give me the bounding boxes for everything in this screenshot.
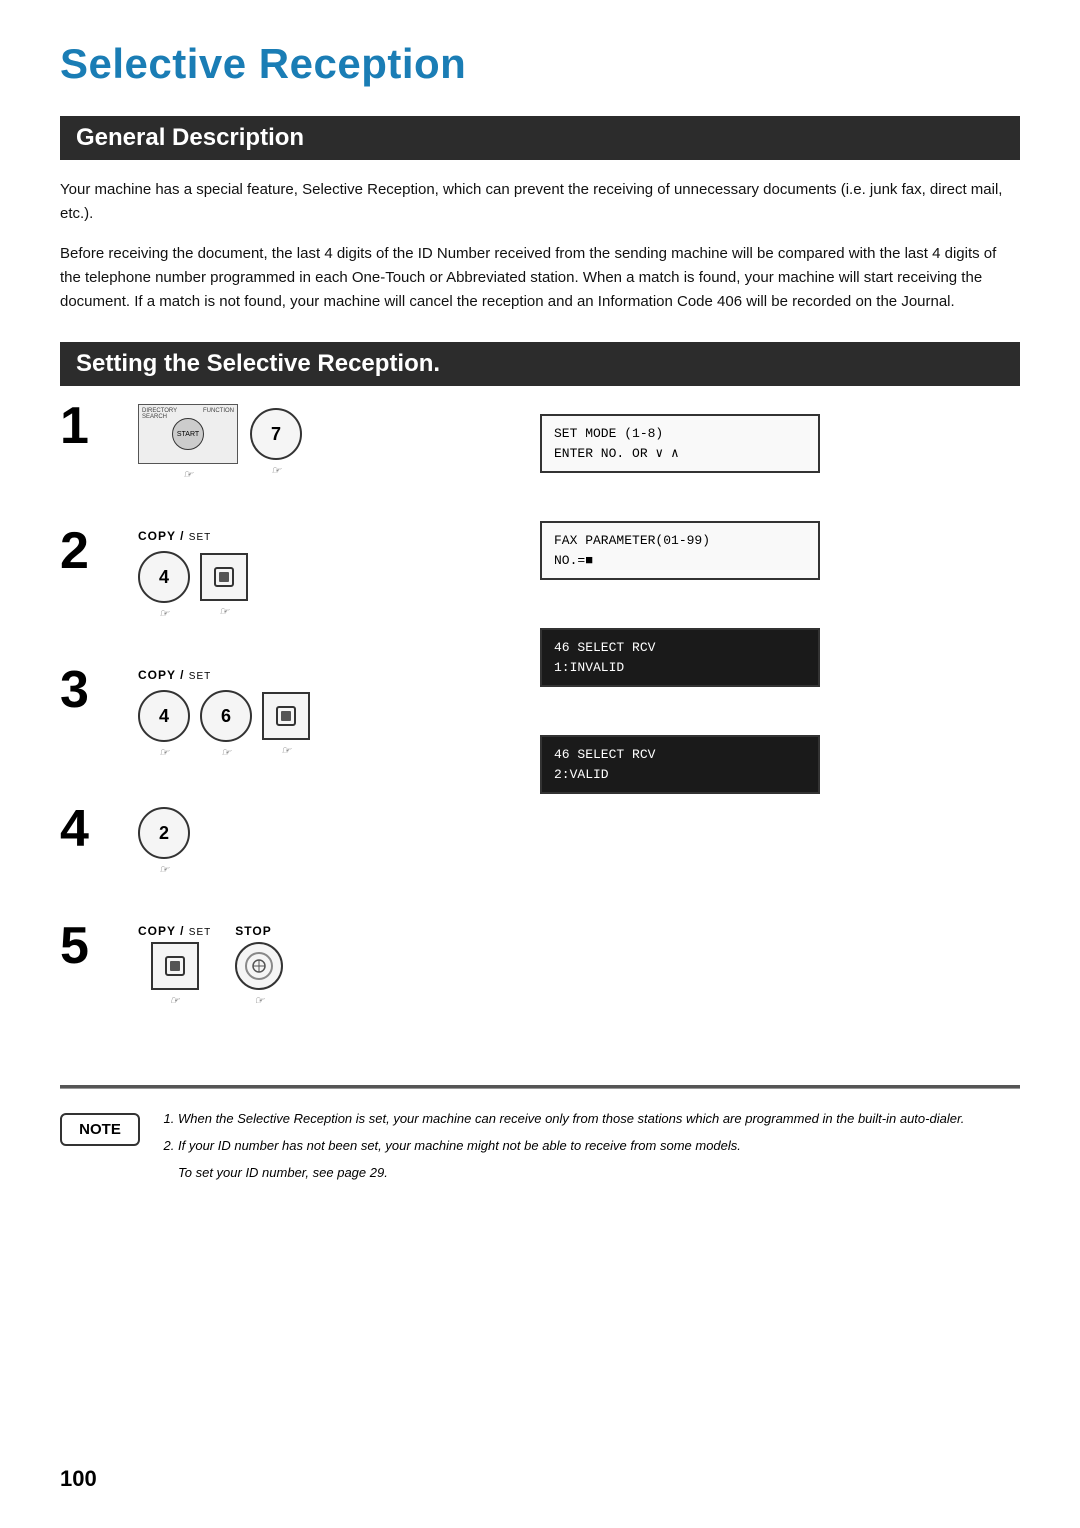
stop-inner (245, 952, 273, 980)
step-5-label-copy: COPY / SET (138, 924, 211, 938)
step-5-set-wrapper: ☞ (138, 942, 211, 1007)
display-3-line2: 1:INVALID (554, 658, 806, 678)
step-3-row: 3 COPY / SET 4 ☞ 6 ☞ (60, 668, 520, 779)
step-4-2-finger: ☞ (159, 863, 169, 876)
page-number: 100 (60, 1466, 97, 1492)
set-button-step2[interactable] (200, 553, 248, 601)
step-1-buttons: DIRECTORYSEARCH FUNCTION START ☞ (138, 404, 302, 501)
note-content: When the Selective Reception is set, you… (160, 1109, 1020, 1183)
general-description-p2: Before receiving the document, the last … (60, 242, 1020, 314)
steps-left: 1 DIRECTORYSEARCH FUNCTION START (60, 404, 540, 1055)
step-3-4-wrapper: 4 ☞ (138, 690, 190, 759)
function-label: FUNCTION (203, 408, 234, 420)
display-3-line1: 46 SELECT RCV (554, 638, 806, 658)
step-1-panel-wrapper: DIRECTORYSEARCH FUNCTION START ☞ (138, 404, 238, 481)
display-4-container: 46 SELECT RCV 2:VALID (540, 735, 1020, 794)
display-1-line2: ENTER NO. OR ∨ ∧ (554, 444, 806, 464)
step-5-content: COPY / SET ☞ (138, 924, 283, 1027)
button-6-step3[interactable]: 6 (200, 690, 252, 742)
step-1-7-wrapper: 7 ☞ (250, 408, 302, 477)
step-2-buttons: 4 ☞ ☞ (138, 551, 248, 640)
page-title: Selective Reception (60, 40, 1020, 88)
step-1-panel-finger: ☞ (183, 468, 193, 481)
set-icon-step5 (164, 955, 186, 977)
step-1-7-finger: ☞ (271, 464, 281, 477)
step-3-set-wrapper: ☞ (262, 692, 310, 757)
panel-button[interactable]: DIRECTORYSEARCH FUNCTION START (138, 404, 238, 464)
step-3-6-finger: ☞ (221, 746, 231, 759)
display-2-container: FAX PARAMETER(01-99) NO.=■ (540, 521, 1020, 580)
step-1-content: DIRECTORYSEARCH FUNCTION START ☞ (138, 404, 302, 501)
steps-right: SET MODE (1-8) ENTER NO. OR ∨ ∧ FAX PARA… (540, 404, 1020, 1055)
step-5-stop-wrapper: ☞ (235, 942, 283, 1007)
button-7[interactable]: 7 (250, 408, 302, 460)
step-3-6-wrapper: 6 ☞ (200, 690, 252, 759)
general-description-p1: Your machine has a special feature, Sele… (60, 178, 1020, 226)
stop-button[interactable] (235, 942, 283, 990)
note-label: NOTE (60, 1113, 140, 1146)
step-1-row: 1 DIRECTORYSEARCH FUNCTION START (60, 404, 520, 501)
step-4-row: 4 2 ☞ (60, 807, 520, 896)
setting-section: Setting the Selective Reception. 1 DIREC… (60, 342, 1020, 1055)
step-2-set-wrapper: ☞ (200, 553, 248, 618)
set-button-step3[interactable] (262, 692, 310, 740)
step-2-row: 2 COPY / SET 4 ☞ (60, 529, 520, 640)
display-4-line2: 2:VALID (554, 765, 806, 785)
step-3-4-finger: ☞ (159, 746, 169, 759)
general-description-header: General Description (60, 116, 1020, 160)
step-2-label: COPY / SET (138, 529, 248, 543)
note-item-3: To set your ID number, see page 29. (178, 1163, 1020, 1184)
start-button[interactable]: START (172, 418, 204, 450)
display-2: FAX PARAMETER(01-99) NO.=■ (540, 521, 820, 580)
note-item-2: If your ID number has not been set, your… (178, 1136, 1020, 1157)
general-description-section: General Description Your machine has a s… (60, 116, 1020, 314)
display-1: SET MODE (1-8) ENTER NO. OR ∨ ∧ (540, 414, 820, 473)
setting-section-header: Setting the Selective Reception. (60, 342, 1020, 386)
set-button-step5[interactable] (151, 942, 199, 990)
step-4-2-wrapper: 2 ☞ (138, 807, 190, 876)
stop-icon (251, 958, 267, 974)
display-1-container: SET MODE (1-8) ENTER NO. OR ∨ ∧ (540, 414, 1020, 473)
section-divider (60, 1085, 1020, 1089)
display-2-line2: NO.=■ (554, 551, 806, 571)
display-2-line1: FAX PARAMETER(01-99) (554, 531, 806, 551)
button-2-step4[interactable]: 2 (138, 807, 190, 859)
panel-labels: DIRECTORYSEARCH FUNCTION (142, 408, 234, 420)
step-5-label-stop: STOP (235, 924, 283, 938)
button-4-step2[interactable]: 4 (138, 551, 190, 603)
step-2-4-finger: ☞ (159, 607, 169, 620)
step-5-number: 5 (60, 920, 120, 972)
directory-label: DIRECTORYSEARCH (142, 408, 177, 420)
step-2-4-wrapper: 4 ☞ (138, 551, 190, 620)
step-5-row: 5 COPY / SET (60, 924, 520, 1027)
note-item-1: When the Selective Reception is set, you… (178, 1109, 1020, 1130)
step-2-content: COPY / SET 4 ☞ (138, 529, 248, 640)
steps-container: 1 DIRECTORYSEARCH FUNCTION START (60, 404, 1020, 1055)
set-icon-step2 (213, 566, 235, 588)
button-4-step3[interactable]: 4 (138, 690, 190, 742)
set-icon-step3 (275, 705, 297, 727)
start-icon: START (177, 431, 199, 438)
display-4: 46 SELECT RCV 2:VALID (540, 735, 820, 794)
step-2-set-finger: ☞ (219, 605, 229, 618)
step-1-number: 1 (60, 400, 120, 452)
display-3: 46 SELECT RCV 1:INVALID (540, 628, 820, 687)
step-5-set-finger: ☞ (170, 994, 180, 1007)
step-3-number: 3 (60, 664, 120, 716)
step-2-number: 2 (60, 525, 120, 577)
step-3-set-finger: ☞ (281, 744, 291, 757)
step-4-number: 4 (60, 803, 120, 855)
step-3-buttons: 4 ☞ 6 ☞ (138, 690, 310, 779)
display-1-line1: SET MODE (1-8) (554, 424, 806, 444)
step-4-buttons: 2 ☞ (138, 807, 190, 896)
display-3-container: 46 SELECT RCV 1:INVALID (540, 628, 1020, 687)
step-5-stop-finger: ☞ (254, 994, 264, 1007)
display-4-line1: 46 SELECT RCV (554, 745, 806, 765)
step-4-content: 2 ☞ (138, 807, 190, 896)
step-3-content: COPY / SET 4 ☞ 6 ☞ (138, 668, 310, 779)
step-3-label: COPY / SET (138, 668, 310, 682)
note-section: NOTE When the Selective Reception is set… (60, 1109, 1020, 1183)
